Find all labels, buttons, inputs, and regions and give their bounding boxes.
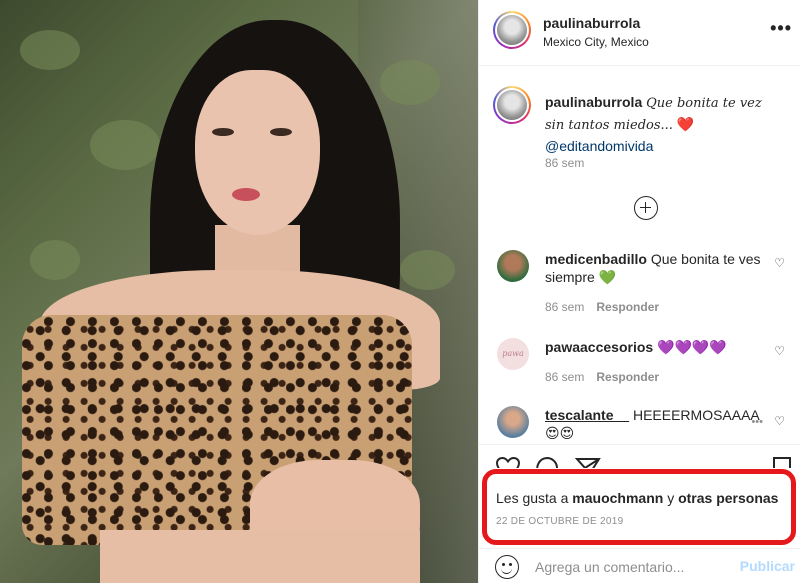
photo-lips bbox=[232, 188, 260, 201]
comment-item: tescalante__ HEEEERMOSAAAA 😍😍 ••• ♡ bbox=[479, 406, 800, 444]
photo-foliage bbox=[400, 250, 455, 290]
post-header: paulinaburrola Mexico City, Mexico ••• bbox=[479, 0, 800, 66]
comment-text: pawaaccesorios 💜💜💜💜 bbox=[545, 338, 765, 356]
purple-heart-emoji: 💜💜💜💜 bbox=[657, 339, 727, 355]
action-bar bbox=[479, 450, 800, 468]
publish-button[interactable]: Publicar bbox=[740, 558, 795, 574]
post-photo[interactable] bbox=[0, 0, 478, 583]
green-heart-emoji: 💚 bbox=[598, 269, 617, 285]
likes-conjunction: y bbox=[667, 490, 675, 506]
heart-eyes-emoji: 😍😍 bbox=[545, 425, 575, 441]
caption-mention[interactable]: @editandomivida bbox=[545, 138, 653, 154]
photo-foliage bbox=[30, 240, 80, 280]
comment-avatar[interactable]: pawa bbox=[497, 338, 529, 370]
comment-input[interactable] bbox=[535, 557, 725, 577]
comment-options-icon[interactable]: ••• bbox=[751, 416, 763, 428]
photo-foliage bbox=[20, 30, 80, 70]
heart-outline-icon[interactable]: ♡ bbox=[774, 414, 785, 428]
likes-highlight-box: Les gusta a mauochmann y otras personas … bbox=[482, 469, 796, 545]
comment-time[interactable]: 86 sem bbox=[545, 300, 584, 314]
likes-user[interactable]: mauochmann bbox=[572, 490, 663, 506]
divider bbox=[479, 444, 800, 445]
header-avatar[interactable] bbox=[493, 11, 531, 49]
smiley-icon[interactable] bbox=[495, 555, 519, 579]
comment-bubble-icon[interactable] bbox=[535, 456, 561, 468]
red-heart-emoji: ❤️ bbox=[676, 116, 695, 132]
heart-outline-icon[interactable]: ♡ bbox=[774, 344, 785, 358]
comment-username[interactable]: tescalante__ bbox=[545, 407, 629, 423]
header-location[interactable]: Mexico City, Mexico bbox=[543, 35, 649, 49]
caption-text: paulinaburrola Que bonita te vez sin tan… bbox=[545, 92, 785, 156]
comment-username[interactable]: pawaaccesorios bbox=[545, 339, 653, 355]
comment-text: medicenbadillo Que bonita te ves siempre… bbox=[545, 250, 765, 286]
photo-eye bbox=[270, 128, 292, 136]
comment-username[interactable]: medicenbadillo bbox=[545, 251, 647, 267]
photo-foliage bbox=[380, 60, 440, 105]
more-horizontal-icon[interactable]: ••• bbox=[770, 18, 792, 39]
comment-meta: 86 sem Responder bbox=[545, 370, 659, 384]
comment-body: HEEEERMOSAAAA bbox=[632, 407, 760, 423]
photo-eye bbox=[212, 128, 234, 136]
caption-avatar[interactable] bbox=[493, 86, 531, 124]
likes-text: Les gusta a mauochmann y otras personas bbox=[496, 490, 778, 506]
comment-avatar[interactable] bbox=[497, 250, 529, 282]
photo-face bbox=[195, 70, 320, 235]
add-comment-bar: Publicar bbox=[479, 548, 800, 583]
comment-avatar[interactable] bbox=[497, 406, 529, 438]
bookmark-icon[interactable] bbox=[771, 456, 793, 468]
comment-time[interactable]: 86 sem bbox=[545, 370, 584, 384]
comment-meta: 86 sem Responder bbox=[545, 300, 659, 314]
heart-outline-icon[interactable]: ♡ bbox=[774, 256, 785, 270]
like-heart-icon[interactable] bbox=[495, 456, 521, 468]
post-date[interactable]: 22 DE OCTUBRE DE 2019 bbox=[496, 516, 623, 527]
reply-button[interactable]: Responder bbox=[596, 300, 659, 314]
likes-others[interactable]: otras personas bbox=[678, 490, 778, 506]
likes-prefix: Les gusta a bbox=[496, 490, 569, 506]
caption-username[interactable]: paulinaburrola bbox=[545, 94, 642, 110]
header-username[interactable]: paulinaburrola bbox=[543, 15, 640, 31]
caption-time[interactable]: 86 sem bbox=[545, 156, 584, 170]
share-direct-icon[interactable] bbox=[575, 456, 601, 468]
photo-waist bbox=[100, 530, 420, 583]
reply-button[interactable]: Responder bbox=[596, 370, 659, 384]
comment-text: tescalante__ HEEEERMOSAAAA 😍😍 bbox=[545, 406, 765, 442]
photo-foliage bbox=[90, 120, 160, 170]
plus-circle-icon[interactable] bbox=[634, 196, 658, 220]
